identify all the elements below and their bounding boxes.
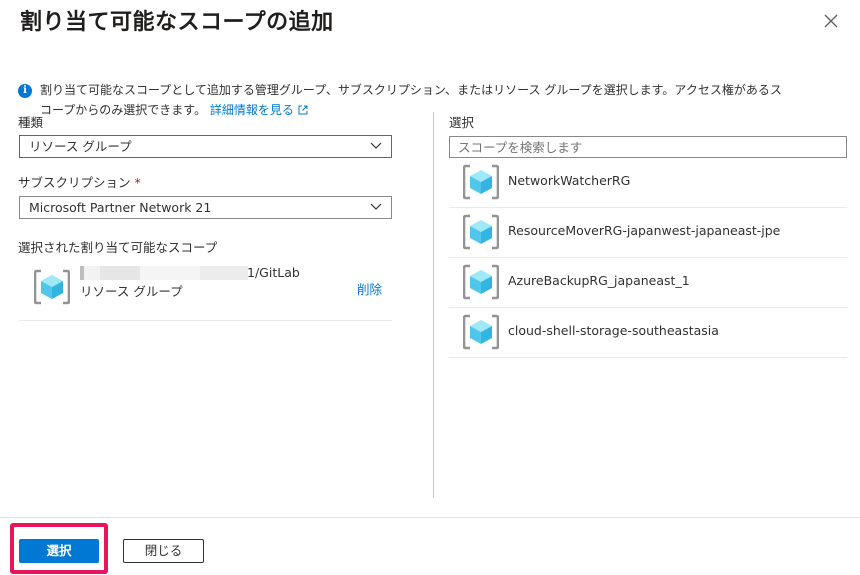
delete-scope-link[interactable]: 削除 bbox=[357, 279, 382, 298]
select-button[interactable]: 選択 bbox=[19, 539, 99, 563]
info-text-line2-text: コープからのみ選択できます。 bbox=[40, 103, 207, 117]
info-text-line2: コープからのみ選択できます。 詳細情報を見る bbox=[40, 100, 308, 120]
external-link-icon bbox=[298, 105, 308, 115]
info-text-line1: 割り当て可能なスコープとして追加する管理グループ、サブスクリプション、またはリソ… bbox=[40, 83, 782, 97]
required-mark: * bbox=[134, 175, 141, 190]
close-icon[interactable] bbox=[822, 12, 840, 30]
info-icon: i bbox=[18, 84, 32, 98]
scope-list-item-label: AzureBackupRG_japaneast_1 bbox=[508, 273, 690, 288]
resource-group-icon bbox=[463, 314, 499, 350]
picker-label: 選択 bbox=[449, 115, 475, 130]
subscription-dropdown-value: Microsoft Partner Network 21 bbox=[29, 200, 212, 215]
selected-scope-name: 1/GitLab bbox=[247, 265, 300, 280]
selected-scope-divider bbox=[19, 320, 392, 321]
close-button[interactable]: 閉じる bbox=[123, 539, 204, 563]
learn-more-link-text: 詳細情報を見る bbox=[209, 103, 294, 117]
resource-group-icon bbox=[34, 269, 70, 305]
learn-more-link[interactable]: 詳細情報を見る bbox=[210, 103, 308, 117]
chevron-down-icon bbox=[370, 142, 382, 149]
type-dropdown[interactable]: リソース グループ bbox=[19, 135, 392, 158]
scope-list-item[interactable]: NetworkWatcherRG bbox=[449, 158, 847, 208]
scope-list-item[interactable]: ResourceMoverRG-japanwest-japaneast-jpe bbox=[449, 208, 847, 258]
scope-list-item[interactable]: cloud-shell-storage-southeastasia bbox=[449, 308, 847, 358]
resource-group-icon bbox=[463, 214, 499, 250]
resource-group-icon bbox=[463, 264, 499, 300]
scope-list-item[interactable]: AzureBackupRG_japaneast_1 bbox=[449, 258, 847, 308]
type-label: 種類 bbox=[18, 115, 44, 130]
redacted-scope-path bbox=[80, 266, 248, 280]
resource-group-icon bbox=[463, 164, 499, 200]
subscription-label: サブスクリプション * bbox=[18, 172, 141, 191]
scope-search-input[interactable] bbox=[449, 136, 847, 158]
scope-list-item-label: cloud-shell-storage-southeastasia bbox=[508, 323, 719, 338]
column-divider bbox=[433, 112, 434, 498]
subscription-label-text: サブスクリプション bbox=[18, 175, 131, 190]
info-message: i 割り当て可能なスコープとして追加する管理グループ、サブスクリプション、または… bbox=[18, 80, 848, 117]
scope-list-item-label: NetworkWatcherRG bbox=[508, 173, 631, 188]
footer-divider bbox=[0, 517, 860, 518]
type-dropdown-value: リソース グループ bbox=[29, 139, 132, 154]
chevron-down-icon bbox=[370, 203, 382, 210]
selected-scope-type: リソース グループ bbox=[80, 284, 183, 299]
dialog-title: 割り当て可能なスコープの追加 bbox=[20, 10, 334, 35]
scope-list-item-label: ResourceMoverRG-japanwest-japaneast-jpe bbox=[508, 223, 781, 238]
subscription-dropdown[interactable]: Microsoft Partner Network 21 bbox=[19, 196, 392, 219]
selected-scopes-label: 選択された割り当て可能なスコープ bbox=[18, 240, 218, 255]
